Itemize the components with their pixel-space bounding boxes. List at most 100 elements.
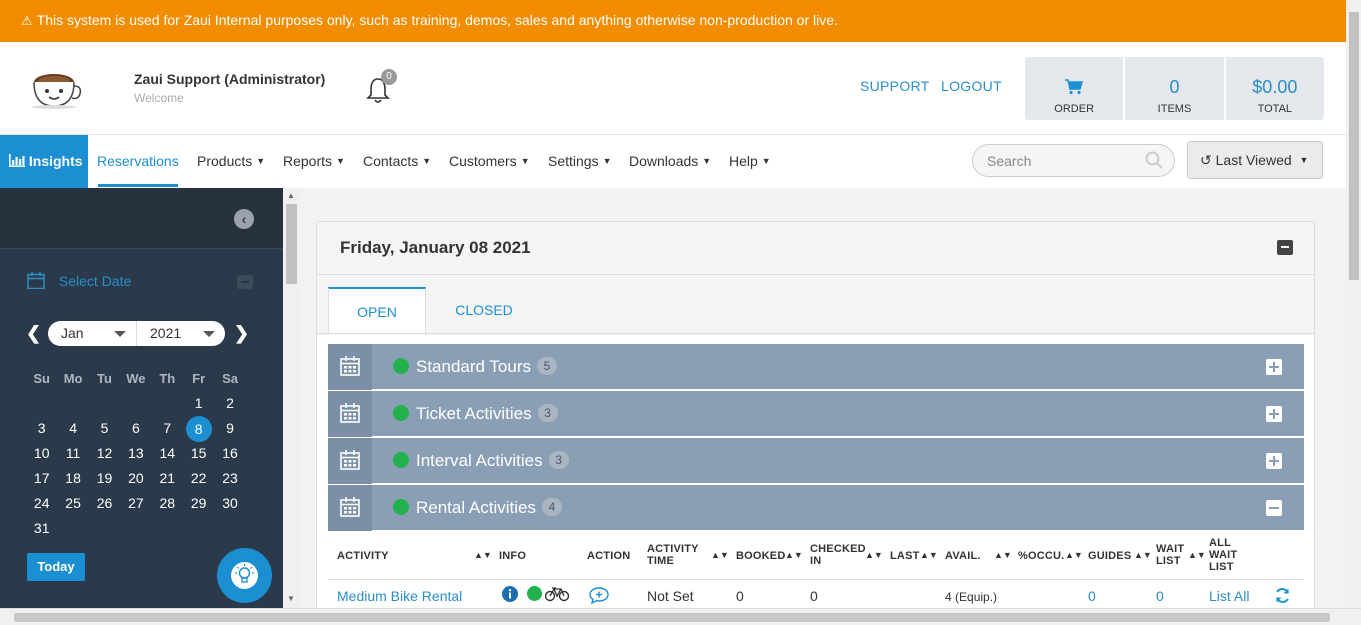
calendar-day[interactable]: 12	[89, 441, 120, 466]
calendar-day[interactable]: 29	[183, 491, 214, 516]
calendar-day[interactable]: 23	[214, 466, 245, 491]
calendar-day[interactable]: 10	[26, 441, 57, 466]
nav-help[interactable]: Help ▼	[729, 153, 771, 169]
nav-insights[interactable]: Insights	[0, 135, 88, 188]
nav-settings[interactable]: Settings ▼	[548, 153, 612, 169]
expand-icon[interactable]	[1266, 453, 1282, 469]
wait-list-link[interactable]: 0	[1156, 588, 1164, 604]
cart-total[interactable]: $0.00 TOTAL	[1226, 57, 1324, 120]
calendar-day[interactable]: 22	[183, 466, 214, 491]
calendar-day[interactable]: 8	[183, 416, 214, 442]
col-wait-list[interactable]: WAIT LIST	[1156, 543, 1190, 567]
calendar-day[interactable]: 18	[57, 466, 88, 491]
cart-items[interactable]: 0 ITEMS	[1125, 57, 1226, 120]
col-checked-in[interactable]: CHECKED IN	[810, 543, 870, 567]
category-row[interactable]: Standard Tours 5	[328, 344, 1304, 390]
search-icon[interactable]	[1145, 151, 1163, 169]
col-booked[interactable]: BOOKED	[736, 550, 785, 562]
calendar-day[interactable]: 13	[120, 441, 151, 466]
category-row[interactable]: Interval Activities 3	[328, 438, 1304, 484]
horizontal-scrollbar[interactable]	[0, 608, 1361, 625]
nav-contacts[interactable]: Contacts ▼	[363, 153, 431, 169]
horizontal-scrollbar-thumb[interactable]	[14, 613, 1330, 622]
calendar-day[interactable]: 20	[120, 466, 151, 491]
calendar-day[interactable]: 26	[89, 491, 120, 516]
calendar-day[interactable]: 4	[57, 416, 88, 441]
calendar-day[interactable]: 14	[152, 441, 183, 466]
select-date-header[interactable]: Select Date	[27, 272, 131, 290]
sort-icon[interactable]: ▲▼	[1065, 550, 1083, 560]
page-scrollbar-thumb[interactable]	[1349, 12, 1359, 280]
sort-icon[interactable]: ▲▼	[920, 550, 938, 560]
calendar-day[interactable]: 17	[26, 466, 57, 491]
calendar-day[interactable]: 3	[26, 416, 57, 441]
calendar-icon	[328, 438, 372, 484]
col-guides[interactable]: GUIDES	[1088, 550, 1131, 562]
calendar-day[interactable]: 2	[214, 391, 245, 416]
page-scrollbar[interactable]	[1346, 0, 1361, 608]
nav-reports[interactable]: Reports ▼	[283, 153, 345, 169]
last-viewed-button[interactable]: ↺ Last Viewed ▼	[1187, 141, 1323, 179]
prev-month-icon[interactable]: ❮	[26, 323, 41, 344]
comment-add-icon[interactable]	[589, 587, 609, 604]
sort-icon[interactable]: ▲▼	[994, 550, 1012, 560]
calendar-day[interactable]: 11	[57, 441, 88, 466]
guides-link[interactable]: 0	[1088, 588, 1096, 604]
tab-closed[interactable]: CLOSED	[427, 287, 541, 334]
sidebar-scrollbar[interactable]: ▲ ▼	[283, 188, 300, 608]
collapse-icon[interactable]	[1266, 500, 1282, 516]
lightbulb-button[interactable]	[217, 548, 272, 603]
month-select[interactable]: Jan	[48, 321, 137, 346]
calendar-day[interactable]: 7	[152, 416, 183, 441]
collapse-calendar-icon[interactable]	[237, 275, 253, 289]
next-month-icon[interactable]: ❯	[234, 323, 249, 344]
sort-icon[interactable]: ▲▼	[711, 550, 729, 560]
nav-reservations[interactable]: Reservations	[97, 153, 179, 169]
expand-icon[interactable]	[1266, 406, 1282, 422]
calendar-day[interactable]: 1	[183, 391, 214, 416]
col-activity[interactable]: ACTIVITY	[337, 550, 389, 562]
calendar-day[interactable]: 6	[120, 416, 151, 441]
calendar-day[interactable]: 28	[152, 491, 183, 516]
table-header: ACTIVITY ▲▼ INFO ACTION ACTIVITY TIME ▲▼…	[328, 533, 1304, 580]
category-row[interactable]: Ticket Activities 3	[328, 391, 1304, 437]
calendar-day[interactable]: 9	[214, 416, 245, 441]
order-button[interactable]: ORDER	[1025, 57, 1126, 120]
collapse-sidebar-icon[interactable]: ‹	[234, 209, 254, 229]
tab-open[interactable]: OPEN	[328, 287, 426, 334]
today-button[interactable]: Today	[27, 553, 85, 581]
category-row[interactable]: Rental Activities 4	[328, 485, 1304, 531]
nav-downloads[interactable]: Downloads ▼	[629, 153, 711, 169]
sidebar-scrollbar-thumb[interactable]	[286, 204, 297, 284]
sort-icon[interactable]: ▲▼	[474, 550, 492, 560]
calendar-day[interactable]: 31	[26, 516, 57, 541]
calendar-day[interactable]: 30	[214, 491, 245, 516]
collapse-panel-icon[interactable]	[1277, 240, 1293, 255]
calendar-day[interactable]: 5	[89, 416, 120, 441]
nav-customers[interactable]: Customers ▼	[449, 153, 530, 169]
calendar-day[interactable]: 25	[57, 491, 88, 516]
refresh-icon[interactable]	[1274, 587, 1291, 604]
list-all-link[interactable]: List All	[1209, 588, 1249, 604]
calendar-day[interactable]: 15	[183, 441, 214, 466]
logout-link[interactable]: LOGOUT	[941, 78, 1002, 94]
col-avail[interactable]: AVAIL.	[945, 550, 981, 562]
support-link[interactable]: SUPPORT	[860, 78, 930, 94]
col-occupancy[interactable]: %OCCU.	[1018, 550, 1064, 562]
col-activity-time[interactable]: ACTIVITY TIME	[647, 543, 707, 567]
calendar-day[interactable]: 16	[214, 441, 245, 466]
sort-icon[interactable]: ▲▼	[865, 550, 883, 560]
calendar-day[interactable]: 24	[26, 491, 57, 516]
info-icon[interactable]	[502, 586, 518, 602]
calendar-day[interactable]: 21	[152, 466, 183, 491]
sort-icon[interactable]: ▲▼	[785, 550, 803, 560]
nav-products[interactable]: Products ▼	[197, 153, 265, 169]
year-select[interactable]: 2021	[137, 321, 225, 346]
activity-link[interactable]: Medium Bike Rental	[337, 588, 462, 604]
calendar-day[interactable]: 27	[120, 491, 151, 516]
calendar-day[interactable]: 19	[89, 466, 120, 491]
sort-icon[interactable]: ▲▼	[1188, 550, 1206, 560]
sort-icon[interactable]: ▲▼	[1134, 550, 1152, 560]
col-last[interactable]: LAST	[890, 550, 920, 562]
expand-icon[interactable]	[1266, 359, 1282, 375]
